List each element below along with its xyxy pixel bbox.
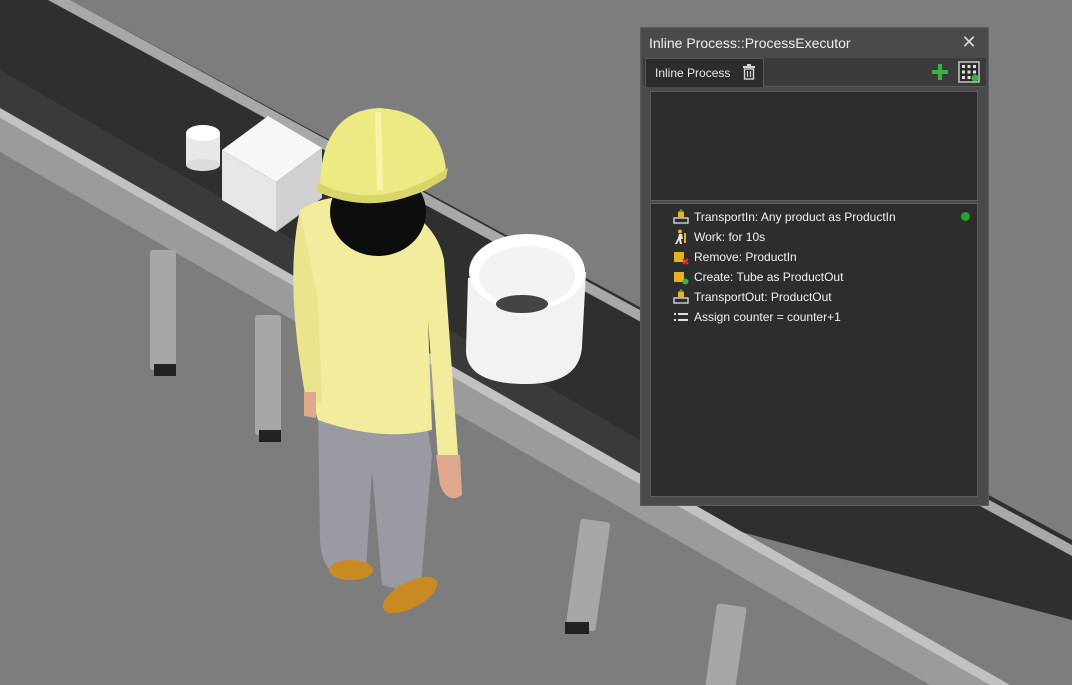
conveyor-leg bbox=[150, 250, 176, 376]
active-indicator bbox=[961, 212, 970, 221]
step-remove[interactable]: Remove: ProductIn bbox=[651, 247, 977, 267]
tab-strip: Inline Process bbox=[643, 58, 986, 87]
grid-icon[interactable] bbox=[958, 61, 980, 83]
tube-product bbox=[466, 234, 586, 384]
process-executor-panel: Inline Process::ProcessExecutor ✕ Inline… bbox=[640, 27, 989, 506]
plus-icon[interactable] bbox=[931, 63, 949, 81]
small-cylinder-product bbox=[186, 125, 220, 171]
assign-icon bbox=[674, 313, 688, 321]
tab-inline-process[interactable]: Inline Process bbox=[645, 58, 764, 87]
trash-icon[interactable] bbox=[742, 64, 756, 80]
step-label: TransportOut: ProductOut bbox=[694, 290, 832, 304]
step-label: Create: Tube as ProductOut bbox=[694, 270, 844, 284]
step-transport-out[interactable]: TransportOut: ProductOut bbox=[651, 287, 977, 307]
panel-title: Inline Process::ProcessExecutor bbox=[649, 35, 851, 51]
panel-title-bar[interactable]: Inline Process::ProcessExecutor ✕ bbox=[641, 28, 988, 58]
step-assign[interactable]: Assign counter = counter+1 bbox=[651, 307, 977, 327]
step-create[interactable]: Create: Tube as ProductOut bbox=[651, 267, 977, 287]
transport-icon bbox=[673, 209, 689, 224]
step-label: TransportIn: Any product as ProductIn bbox=[694, 210, 896, 224]
step-work[interactable]: Work: for 10s bbox=[651, 227, 977, 247]
tab-label: Inline Process bbox=[655, 66, 731, 80]
step-label: Work: for 10s bbox=[694, 230, 766, 244]
worker-icon bbox=[675, 229, 686, 244]
step-label: Assign counter = counter+1 bbox=[694, 310, 841, 324]
close-icon[interactable]: ✕ bbox=[960, 32, 978, 52]
process-step-list[interactable]: TransportIn: Any product as ProductIn Wo… bbox=[650, 203, 978, 497]
step-label: Remove: ProductIn bbox=[694, 250, 797, 264]
conveyor-leg bbox=[255, 315, 281, 442]
remove-icon bbox=[674, 252, 689, 265]
3d-viewport[interactable]: Inline Process::ProcessExecutor ✕ Inline… bbox=[0, 0, 1072, 685]
transport-icon bbox=[673, 289, 689, 304]
create-icon bbox=[674, 272, 689, 285]
step-transport-in[interactable]: TransportIn: Any product as ProductIn bbox=[651, 207, 977, 227]
process-canvas[interactable] bbox=[650, 91, 978, 201]
